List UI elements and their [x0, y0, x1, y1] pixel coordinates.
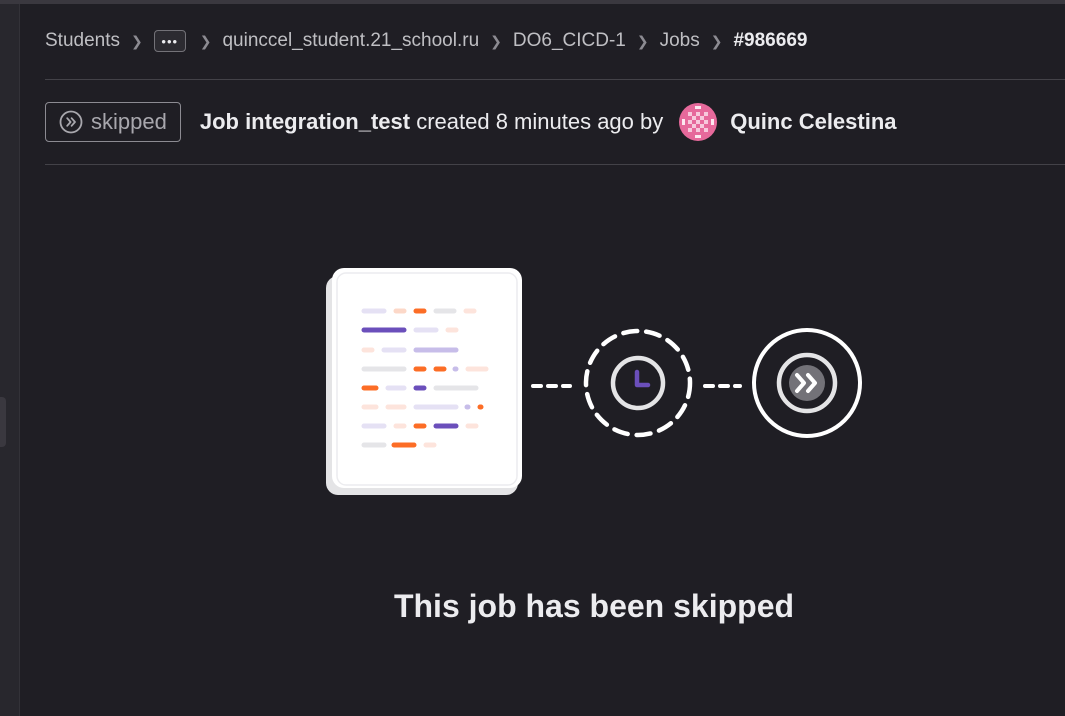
chevron-right-icon: ❯ [199, 32, 212, 49]
breadcrumb-project[interactable]: quinccel_student.21_school.ru [222, 30, 479, 52]
author-name[interactable]: Quinc Celestina [730, 109, 896, 135]
pending-clock-icon [583, 328, 693, 438]
chevron-right-icon: ❯ [710, 32, 723, 49]
job-page: Students ❯ ••• ❯ quinccel_student.21_sch… [0, 0, 1065, 716]
chevron-right-icon: ❯ [636, 32, 649, 49]
chevron-right-icon: ❯ [490, 32, 502, 49]
skipped-circle-icon [752, 328, 862, 438]
content-divider [45, 164, 1065, 165]
job-header: skipped Job integration_test created 8 m… [45, 101, 897, 143]
breadcrumb-students[interactable]: Students [45, 30, 120, 52]
empty-state-title: This job has been skipped [393, 588, 795, 624]
log-document-icon [326, 268, 522, 495]
status-label: skipped [91, 109, 167, 134]
user-avatar[interactable] [679, 103, 718, 141]
breadcrumb-jobs[interactable]: Jobs [660, 30, 700, 52]
breadcrumb-repo[interactable]: DO6_CICD-1 [513, 30, 626, 52]
job-title: Job integration_test created 8 minutes a… [200, 109, 663, 135]
status-badge[interactable]: skipped [45, 102, 181, 142]
breadcrumb-current-job[interactable]: #986669 [733, 30, 807, 52]
job-name: Job integration_test [199, 109, 411, 134]
breadcrumb: Students ❯ ••• ❯ quinccel_student.21_sch… [45, 26, 807, 56]
header-divider [45, 79, 1065, 80]
job-created-text: created 8 minutes ago by [410, 109, 664, 134]
skipped-icon [59, 110, 83, 134]
sidebar-toggle-handle[interactable] [0, 397, 6, 447]
chevron-right-icon: ❯ [131, 32, 143, 49]
skipped-job-illustration [320, 262, 870, 507]
breadcrumb-more-button[interactable]: ••• [153, 30, 186, 52]
top-border [0, 0, 1065, 4]
